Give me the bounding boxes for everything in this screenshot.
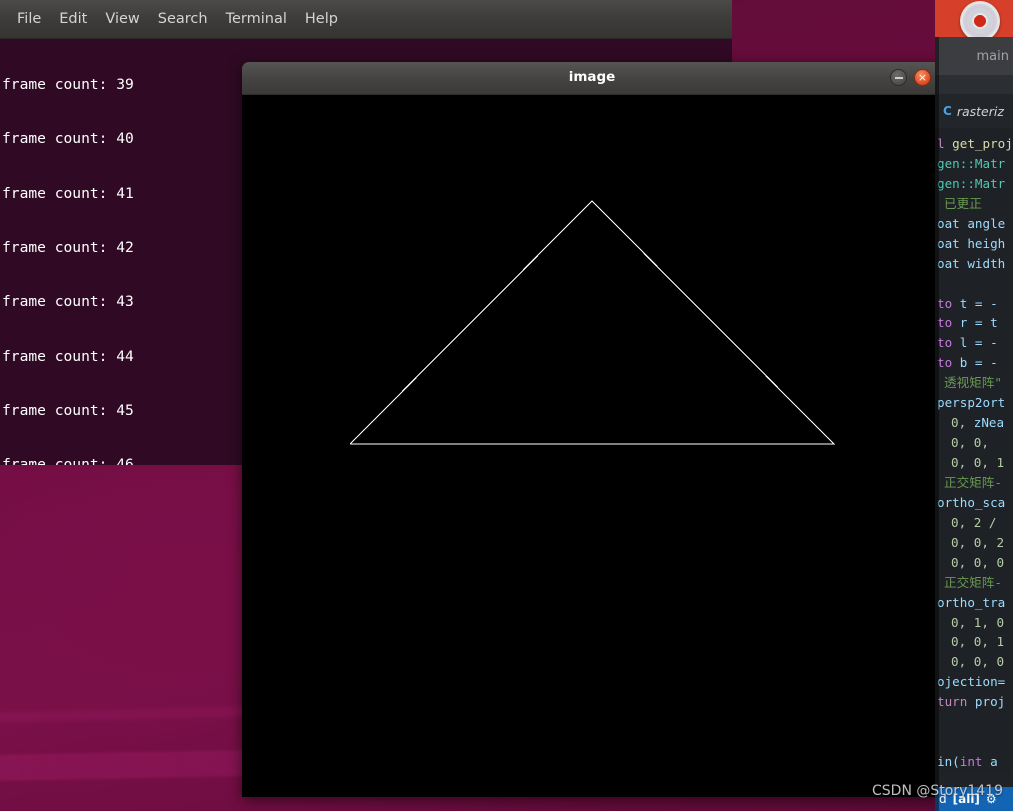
- code-token: t = -: [959, 295, 998, 311]
- code-token: get_projec: [952, 136, 1013, 151]
- code-token: 透视矩阵": [944, 375, 1002, 391]
- watermark: CSDN @Story1419: [872, 783, 1003, 799]
- editor-tabbar[interactable]: main: [935, 37, 1013, 75]
- code-token: 0, 2 /: [951, 514, 1005, 530]
- code-line: 正交矩阵-: [935, 473, 1013, 493]
- menu-terminal[interactable]: Terminal: [217, 9, 296, 29]
- code-line: 已更正: [935, 194, 1013, 214]
- code-token: l = -: [959, 335, 998, 351]
- code-line: ortho_sca: [935, 493, 1013, 513]
- code-line: oat width: [935, 254, 1013, 274]
- editor-filebar: [935, 75, 1013, 94]
- code-line: 透视矩阵": [935, 373, 1013, 393]
- code-token: 0, 0, 1: [951, 455, 1005, 470]
- code-line: gen::Matr: [935, 174, 1013, 194]
- code-token: to: [937, 295, 960, 311]
- menu-view[interactable]: View: [96, 9, 148, 29]
- editor-edge-shadow: [935, 37, 939, 811]
- breadcrumb[interactable]: C rasteriz: [935, 94, 1013, 128]
- code-token: 0,: [951, 415, 974, 431]
- code-line: gen::Matr: [935, 154, 1013, 174]
- code-token: a: [982, 754, 998, 770]
- code-token: 0, 0, 1: [951, 634, 1005, 650]
- code-line: 0, 0, 2: [935, 533, 1013, 553]
- code-token: r = t: [959, 315, 998, 331]
- code-token: to: [937, 335, 960, 351]
- image-canvas: [242, 95, 942, 797]
- image-window-title: image: [568, 69, 616, 85]
- code-token: oat width: [937, 255, 1006, 271]
- code-line: to t = -: [935, 294, 1013, 314]
- code-token: ojection=: [937, 674, 1006, 690]
- code-line: 正交矩阵-: [935, 573, 1013, 593]
- code-token: int: [959, 754, 983, 770]
- code-token: 0, 1, 0: [951, 614, 1005, 630]
- code-token: 0, 0, 0: [951, 654, 1005, 670]
- code-token: oat angle: [937, 215, 1006, 231]
- code-line: 0, 0, 0: [935, 652, 1013, 672]
- image-window: image ×: [242, 62, 942, 797]
- triangle-render: [349, 200, 836, 445]
- code-line: 0, zNea: [935, 413, 1013, 433]
- code-token: gen::Matr: [937, 155, 1006, 171]
- code-token: 已更正: [944, 195, 982, 211]
- tab-main[interactable]: main: [977, 49, 1009, 64]
- code-area[interactable]: l get_projecgen::Matrgen::Matr已更正oat ang…: [935, 128, 1013, 774]
- code-token: turn: [937, 694, 975, 710]
- code-token: 正交矩阵-: [944, 474, 1002, 490]
- code-token: oat heigh: [937, 235, 1006, 251]
- code-token: 正交矩阵-: [944, 574, 1002, 590]
- menu-help[interactable]: Help: [296, 9, 347, 29]
- code-line: to l = -: [935, 333, 1013, 353]
- code-line: in(int a: [935, 752, 1013, 772]
- image-window-titlebar[interactable]: image ×: [242, 62, 942, 95]
- code-token: in(: [937, 754, 960, 770]
- editor-topbar: [935, 0, 1013, 37]
- code-token: persp2ort: [937, 395, 1006, 411]
- code-token: to: [937, 355, 960, 371]
- breadcrumb-label: rasteriz: [956, 103, 1004, 119]
- code-token: 0, 0, 0: [951, 554, 1005, 570]
- code-line: l get_projec: [935, 134, 1013, 154]
- code-token: 0, 0, 2: [951, 534, 1005, 550]
- menu-file[interactable]: File: [8, 9, 50, 29]
- code-line: ortho_tra: [935, 593, 1013, 613]
- code-token: to: [937, 315, 960, 331]
- code-line: to b = -: [935, 353, 1013, 373]
- code-token: ortho_sca: [937, 494, 1006, 510]
- code-line: 0, 0, 1: [935, 453, 1013, 473]
- code-token: ortho_tra: [937, 594, 1006, 610]
- code-token: b = -: [959, 355, 998, 371]
- code-line: 0, 1, 0: [935, 613, 1013, 633]
- code-line: oat angle: [935, 214, 1013, 234]
- code-token: 0, 0,: [951, 435, 997, 451]
- close-icon[interactable]: ×: [914, 69, 931, 86]
- code-token: gen::Matr: [937, 175, 1006, 191]
- code-line: persp2ort: [935, 393, 1013, 413]
- menu-search[interactable]: Search: [149, 9, 217, 29]
- code-token: proj: [974, 694, 1006, 710]
- code-line: 0, 2 /: [935, 513, 1013, 533]
- code-line: ojection=: [935, 672, 1013, 692]
- cpp-file-icon: C: [943, 104, 952, 118]
- cd-disc-icon[interactable]: [960, 1, 1000, 37]
- code-line: to r = t: [935, 313, 1013, 333]
- code-line: 0, 0, 0: [935, 553, 1013, 573]
- code-token: zNea: [973, 415, 1005, 431]
- code-editor-window: main C rasteriz l get_projecgen::Matrgen…: [935, 0, 1013, 811]
- triangle-wireframe: [349, 200, 836, 445]
- code-line: 0, 0,: [935, 433, 1013, 453]
- terminal-menubar: File Edit View Search Terminal Help: [0, 0, 732, 39]
- code-line: turn proj: [935, 692, 1013, 712]
- menu-edit[interactable]: Edit: [50, 9, 96, 29]
- code-line: oat heigh: [935, 234, 1013, 254]
- code-line: 0, 0, 1: [935, 632, 1013, 652]
- minimize-icon[interactable]: [890, 69, 907, 86]
